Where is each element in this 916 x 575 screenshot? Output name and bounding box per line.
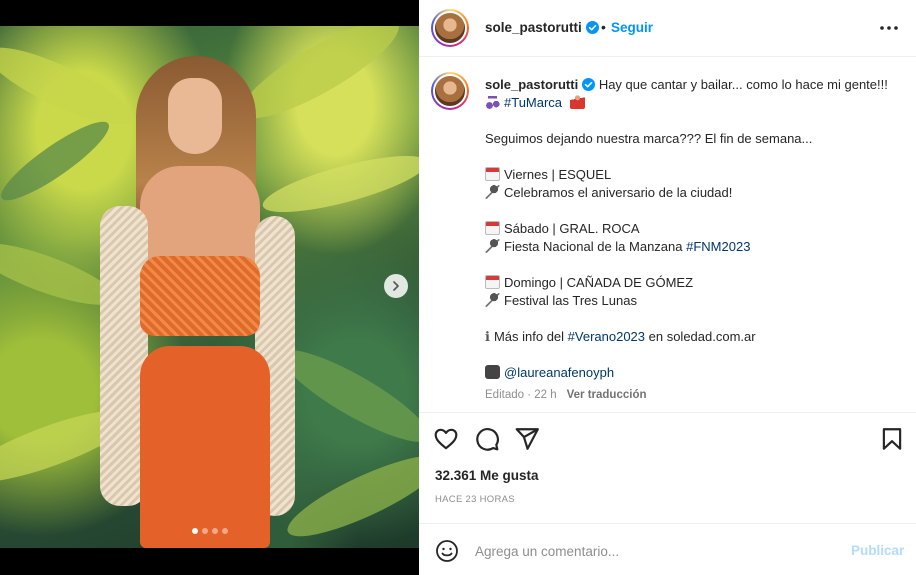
microphone-icon (485, 293, 500, 307)
carousel-dot (192, 528, 198, 534)
post-time[interactable]: HACE 23 HORAS (435, 494, 515, 505)
post-sidebar: sole_pastorutti • Seguir sole_pastorutti… (419, 0, 916, 575)
event3-title: Domingo | CAÑADA DE GÓMEZ (504, 275, 694, 290)
post-photo[interactable] (0, 26, 419, 548)
info-prefix: Más info del (493, 329, 568, 344)
translate-button[interactable]: Ver traducción (567, 389, 647, 401)
person-figure (100, 56, 300, 548)
calendar-icon (485, 167, 500, 181)
more-options-icon[interactable] (877, 18, 901, 38)
edited-label: Editado · 22 h (485, 389, 557, 401)
calendar-icon (485, 221, 500, 235)
event1-title: Viernes | ESQUEL (504, 167, 612, 182)
caption-line1: Hay que cantar y bailar... como lo hace … (598, 77, 888, 92)
caption-line2: Seguimos dejando nuestra marca??? El fin… (485, 131, 813, 146)
chevron-right-icon (393, 281, 399, 291)
photo-credit-link[interactable]: @laureanafenoyph (504, 365, 614, 380)
caption-username[interactable]: sole_pastorutti (485, 77, 578, 92)
event2-detail: Fiesta Nacional de la Manzana (504, 239, 687, 254)
post-modal: sole_pastorutti • Seguir sole_pastorutti… (0, 0, 916, 575)
caption-meta: Editado · 22 h Ver traducción (485, 389, 647, 401)
caption-avatar[interactable] (431, 72, 469, 110)
hashtag-verano2023[interactable]: #Verano2023 (568, 329, 645, 344)
event2-title: Sábado | GRAL. ROCA (504, 221, 640, 236)
microphone-icon (485, 239, 500, 253)
hashtag-fnm2023[interactable]: #FNM2023 (686, 239, 750, 254)
info-suffix: en soledad.com.ar (645, 329, 756, 344)
action-bar (419, 414, 916, 464)
post-caption: sole_pastorutti Hay que cantar y bailar.… (485, 76, 895, 382)
verified-badge-icon (585, 21, 599, 34)
verified-badge-icon (582, 78, 596, 91)
carousel-dot (222, 528, 228, 534)
post-media (0, 0, 419, 575)
camera-icon (485, 365, 500, 379)
caption-area: sole_pastorutti Hay que cantar y bailar.… (419, 58, 916, 413)
carousel-next-button[interactable] (384, 274, 408, 298)
share-icon[interactable] (514, 426, 540, 452)
event1-detail: Celebramos el aniversario de la ciudad! (504, 185, 733, 200)
heart-icon[interactable] (433, 426, 459, 452)
comment-icon[interactable] (474, 426, 500, 452)
bookmark-icon[interactable] (879, 426, 905, 452)
microphone-icon (485, 185, 500, 199)
event3-detail: Festival las Tres Lunas (504, 293, 637, 308)
carousel-dot (202, 528, 208, 534)
comment-input[interactable] (475, 540, 835, 562)
publish-button[interactable]: Publicar (851, 543, 904, 558)
follow-separator: • (601, 19, 606, 35)
dancer-icon (569, 95, 585, 109)
music-notes-icon (485, 95, 500, 109)
follow-button[interactable]: Seguir (611, 20, 653, 35)
smile-icon[interactable] (435, 539, 459, 563)
carousel-indicator (192, 528, 228, 534)
hashtag-tumarca[interactable]: #TuMarca (504, 95, 562, 110)
username-link[interactable]: sole_pastorutti (485, 20, 599, 35)
avatar[interactable] (431, 9, 469, 47)
comment-bar: Publicar (419, 523, 916, 575)
post-header: sole_pastorutti • Seguir (419, 0, 916, 57)
calendar-icon (485, 275, 500, 289)
carousel-dot (212, 528, 218, 534)
info-icon: ℹ (485, 329, 490, 344)
likes-count[interactable]: 32.361 Me gusta (435, 468, 539, 483)
